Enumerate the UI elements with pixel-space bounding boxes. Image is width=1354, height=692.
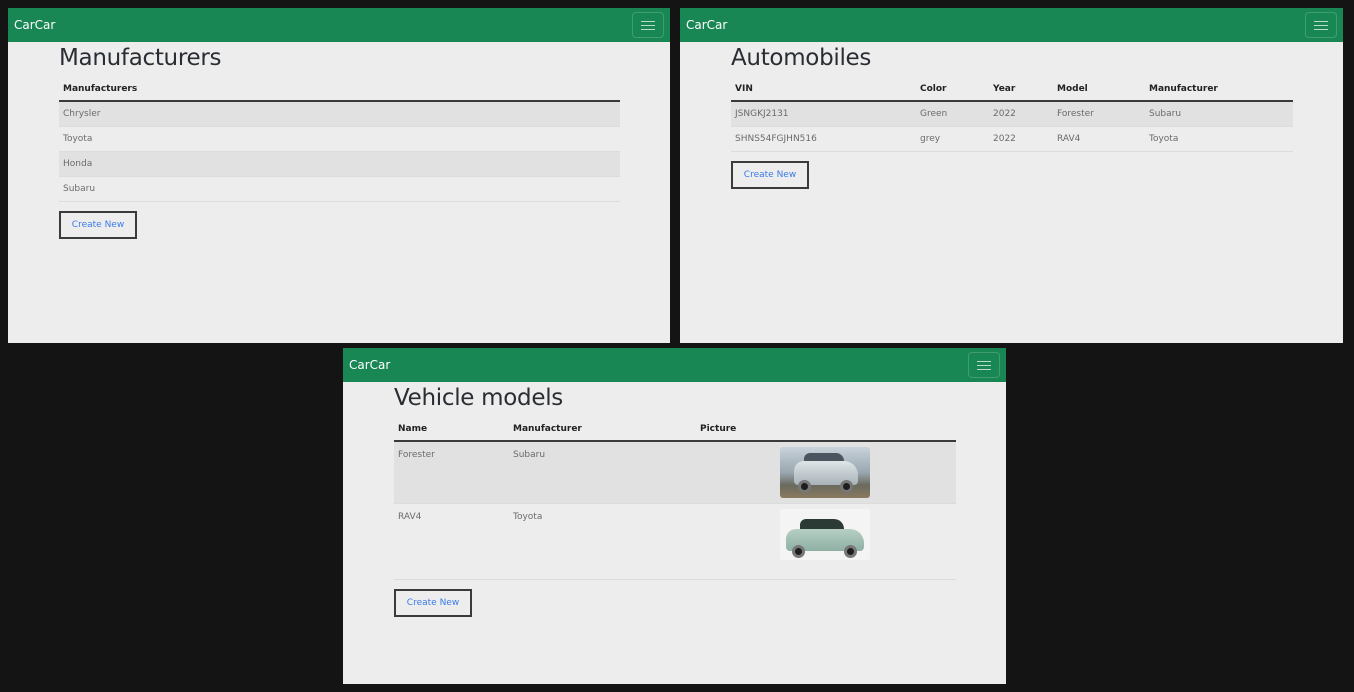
table-row: Forester Subaru (394, 441, 956, 504)
navbar-brand[interactable]: CarCar (686, 18, 727, 32)
color-cell: grey (916, 126, 989, 152)
manufacturer-cell: Toyota (1145, 126, 1293, 152)
navbar: CarCar (680, 8, 1343, 42)
table-header-row: VIN Color Year Model Manufacturer (731, 78, 1293, 102)
column-header-color: Color (916, 78, 989, 102)
model-manufacturer-cell: Subaru (509, 441, 696, 504)
vehicle-models-window: CarCar Vehicle models Name Manufacturer … (343, 348, 1006, 684)
color-cell: Green (916, 101, 989, 127)
hamburger-menu-icon[interactable] (968, 352, 1000, 378)
navbar-brand[interactable]: CarCar (14, 18, 55, 32)
create-new-button[interactable]: Create New (59, 210, 137, 239)
picture-cell (696, 503, 956, 580)
column-header-manufacturers: Manufacturers (59, 78, 620, 102)
vehicle-models-table: Name Manufacturer Picture Forester Subar… (394, 418, 956, 580)
year-cell: 2022 (989, 126, 1053, 152)
hamburger-menu-icon[interactable] (632, 12, 664, 38)
column-header-manufacturer: Manufacturer (1145, 78, 1293, 102)
manufacturers-table: Manufacturers Chrysler Toyota Honda Suba… (59, 78, 620, 202)
forester-photo (780, 447, 870, 498)
column-header-year: Year (989, 78, 1053, 102)
column-header-model: Model (1053, 78, 1145, 102)
model-cell: Forester (1053, 101, 1145, 127)
hamburger-menu-icon[interactable] (1305, 12, 1337, 38)
navbar: CarCar (8, 8, 670, 42)
model-manufacturer-cell: Toyota (509, 503, 696, 580)
manufacturers-window: CarCar Manufacturers Manufacturers Chrys… (8, 8, 670, 343)
manufacturer-name-cell: Chrysler (59, 101, 620, 127)
column-header-picture: Picture (696, 418, 956, 442)
table-row: SHNS54FGJHN516 grey 2022 RAV4 Toyota (731, 126, 1293, 152)
table-row: Chrysler (59, 101, 620, 127)
table-row: Subaru (59, 176, 620, 202)
column-header-manufacturer: Manufacturer (509, 418, 696, 442)
page-title: Manufacturers (59, 45, 222, 71)
vin-cell: JSNGKJ2131 (731, 101, 916, 127)
automobiles-window: CarCar Automobiles VIN Color Year Model … (680, 8, 1343, 343)
model-cell: RAV4 (1053, 126, 1145, 152)
navbar: CarCar (343, 348, 1006, 382)
rav4-photo (780, 508, 870, 560)
main-content: Automobiles VIN Color Year Model Manufac… (731, 42, 1293, 189)
main-content: Vehicle models Name Manufacturer Picture… (394, 382, 956, 617)
column-header-name: Name (394, 418, 509, 442)
automobiles-table: VIN Color Year Model Manufacturer JSNGKJ… (731, 78, 1293, 152)
table-row: RAV4 Toyota (394, 503, 956, 580)
table-header-row: Name Manufacturer Picture (394, 418, 956, 442)
column-header-vin: VIN (731, 78, 916, 102)
navbar-brand[interactable]: CarCar (349, 358, 390, 372)
picture-cell (696, 441, 956, 504)
table-row: Honda (59, 151, 620, 177)
create-new-button[interactable]: Create New (731, 160, 809, 189)
vin-cell: SHNS54FGJHN516 (731, 126, 916, 152)
page-title: Vehicle models (394, 385, 563, 411)
manufacturer-name-cell: Subaru (59, 176, 620, 202)
table-row: JSNGKJ2131 Green 2022 Forester Subaru (731, 101, 1293, 127)
manufacturer-name-cell: Toyota (59, 126, 620, 152)
create-new-button[interactable]: Create New (394, 588, 472, 617)
manufacturer-cell: Subaru (1145, 101, 1293, 127)
model-name-cell: RAV4 (394, 503, 509, 580)
table-row: Toyota (59, 126, 620, 152)
main-content: Manufacturers Manufacturers Chrysler Toy… (59, 42, 620, 239)
model-name-cell: Forester (394, 441, 509, 504)
table-header-row: Manufacturers (59, 78, 620, 102)
manufacturer-name-cell: Honda (59, 151, 620, 177)
page-title: Automobiles (731, 45, 872, 71)
year-cell: 2022 (989, 101, 1053, 127)
